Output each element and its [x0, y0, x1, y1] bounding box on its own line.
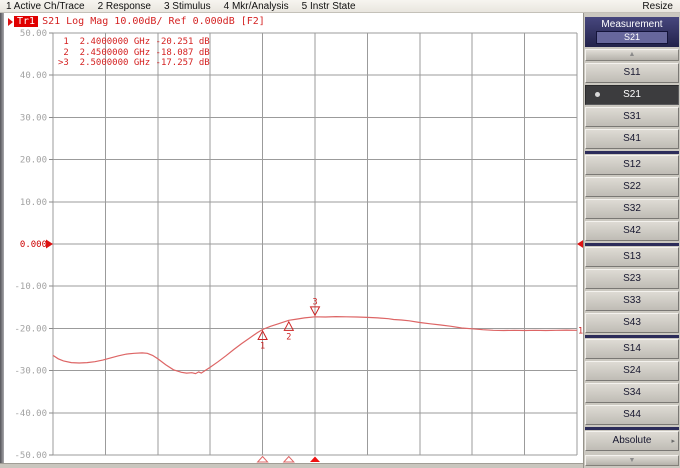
sidebar-button-s14[interactable]: S14: [585, 339, 679, 359]
marker-2-icon[interactable]: [284, 322, 293, 331]
sidebar-button-s43[interactable]: S43: [585, 313, 679, 333]
sidebar-group-separator: [585, 335, 679, 338]
stimulus-marker-1-icon[interactable]: [258, 457, 268, 463]
y-axis-label: 10.00: [20, 198, 47, 208]
stimulus-marker-3-icon[interactable]: [310, 457, 320, 463]
sidebar-button-s42[interactable]: S42: [585, 221, 679, 241]
sidebar-button-s21[interactable]: S21: [585, 85, 679, 105]
y-axis-label: 40.00: [20, 71, 47, 81]
sidebar-scroll-up-button[interactable]: ▲: [585, 49, 679, 61]
measurement-sidebar: Measurement S21 ▲ S11S21S31S41S12S22S32S…: [583, 13, 680, 468]
scroll-up-icon: ▲: [629, 51, 636, 58]
sidebar-group-separator: [585, 151, 679, 154]
sidebar-button-label: S12: [623, 159, 641, 170]
sidebar-button-absolute[interactable]: Absolute ▸: [585, 431, 679, 451]
sidebar-scroll-down-button[interactable]: ▼: [585, 455, 679, 467]
sidebar-button-label: S14: [623, 343, 641, 354]
y-axis-label: -50.00: [14, 451, 47, 461]
trace-number-label: 1: [578, 326, 583, 336]
sidebar-group-separator: [585, 427, 679, 430]
sidebar-button-s32[interactable]: S32: [585, 199, 679, 219]
sidebar-button-s12[interactable]: S12: [585, 155, 679, 175]
sidebar-button-s41[interactable]: S41: [585, 129, 679, 149]
marker-1-label: 1: [260, 341, 265, 351]
sidebar-button-label: S24: [623, 365, 641, 376]
sidebar-group-separator: [585, 243, 679, 246]
reference-level-arrow-left: [46, 240, 53, 249]
vna-window: 1 Active Ch/Trace2 Response3 Stimulus4 M…: [0, 0, 680, 468]
sidebar-button-s44[interactable]: S44: [585, 405, 679, 425]
marker-readout-line-3: >3 2.5000000 GHz -17.257 dB: [58, 58, 210, 69]
y-axis-label: -20.00: [14, 324, 47, 334]
sidebar-button-label: S21: [623, 89, 641, 100]
marker-3-label: 3: [312, 297, 317, 307]
sidebar-button-s34[interactable]: S34: [585, 383, 679, 403]
marker-readout: 1 2.4000000 GHz -20.251 dB 2 2.4500000 G…: [58, 37, 210, 69]
y-axis-label: -10.00: [14, 282, 47, 292]
y-axis-label: 50.00: [20, 29, 47, 39]
sidebar-button-s11[interactable]: S11: [585, 63, 679, 83]
marker-readout-line-2: 2 2.4500000 GHz -18.087 dB: [58, 48, 210, 59]
sidebar-button-s13[interactable]: S13: [585, 247, 679, 267]
sidebar-button-label: S31: [623, 111, 641, 122]
plot-area: 50.00 40.00 30.00 20.00 10.00 0.000 -10.00 -20.…: [0, 0, 583, 468]
sidebar-button-label: S23: [623, 273, 641, 284]
sidebar-button-label: S41: [623, 133, 641, 144]
sidebar-button-label: S32: [623, 203, 641, 214]
y-axis-label: 20.00: [20, 156, 47, 166]
sidebar-button-label: Absolute: [613, 435, 652, 446]
sidebar-selected-value: S21: [596, 31, 668, 44]
marker-readout-line-1: 1 2.4000000 GHz -20.251 dB: [58, 37, 210, 48]
sidebar-button-label: S13: [623, 251, 641, 262]
reference-level-arrow-right: [577, 240, 583, 249]
marker-2-label: 2: [286, 332, 291, 342]
sidebar-button-label: S42: [623, 225, 641, 236]
sidebar-button-s22[interactable]: S22: [585, 177, 679, 197]
y-axis-label: 30.00: [20, 113, 47, 123]
sidebar-button-label: S22: [623, 181, 641, 192]
sidebar-button-label: S33: [623, 295, 641, 306]
sidebar-header: Measurement S21: [585, 17, 679, 47]
sidebar-title: Measurement: [585, 18, 679, 31]
sidebar-button-s33[interactable]: S33: [585, 291, 679, 311]
y-axis-label: -40.00: [14, 409, 47, 419]
sidebar-button-s31[interactable]: S31: [585, 107, 679, 127]
sidebar-buttons: S11 S21 S31 S41 S12 S22 S32 S42 S13 S23 S33 S43 S14 S…: [584, 63, 680, 453]
y-axis-label: -30.00: [14, 367, 47, 377]
sidebar-button-label: S34: [623, 387, 641, 398]
resize-button[interactable]: Resize: [642, 1, 680, 12]
scroll-down-icon: ▼: [629, 457, 636, 464]
selected-bullet-icon: [595, 92, 600, 97]
sidebar-button-label: S43: [623, 317, 641, 328]
submenu-arrow-icon: ▸: [671, 437, 675, 445]
sidebar-button-s24[interactable]: S24: [585, 361, 679, 381]
sidebar-button-label: S11: [623, 67, 640, 78]
stimulus-marker-2-icon[interactable]: [284, 457, 294, 463]
sidebar-button-label: S44: [623, 409, 641, 420]
y-axis-label: 0.000: [20, 240, 47, 250]
sidebar-button-s23[interactable]: S23: [585, 269, 679, 289]
